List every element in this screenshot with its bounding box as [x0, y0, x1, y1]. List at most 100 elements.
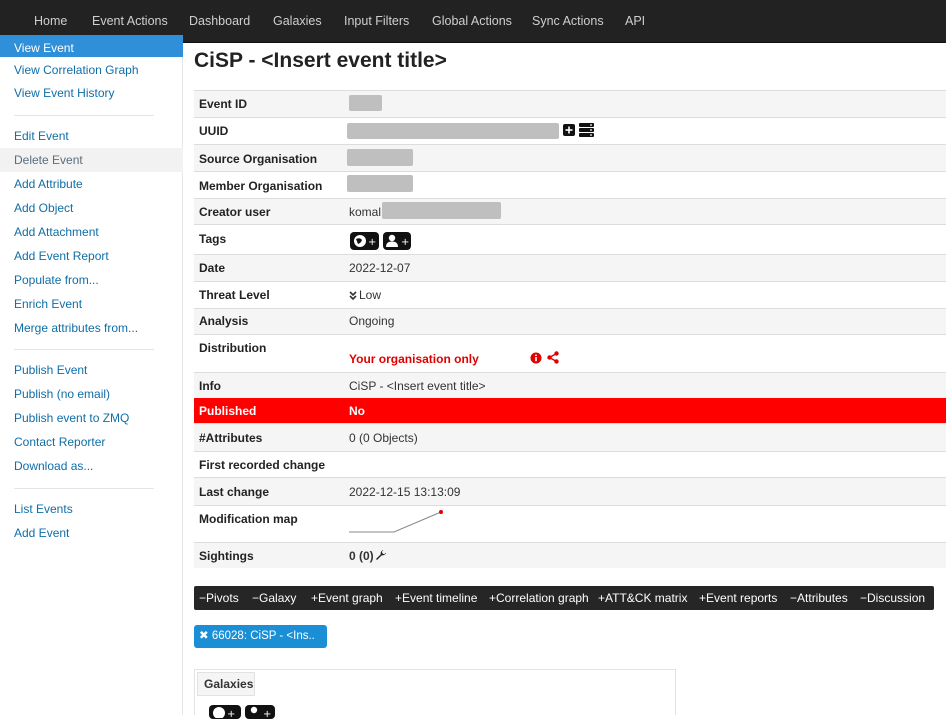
nav-sync-actions[interactable]: Sync Actions	[532, 0, 604, 43]
row-event-id: Event ID	[194, 90, 946, 117]
threat-level-value: Low	[359, 288, 382, 302]
threat-level-label: Threat Level	[199, 288, 270, 302]
sidebar-item-view-event[interactable]: View Event	[0, 35, 183, 57]
expand-icon: +	[699, 591, 707, 605]
distribution-value: Your organisation only	[349, 352, 479, 366]
tab-label: Attributes	[797, 591, 848, 605]
user-plus-icon: +	[248, 706, 272, 721]
sidebar-item-publish-no-email[interactable]: Publish (no email)	[0, 382, 183, 406]
sidebar-item-add-event-report[interactable]: Add Event Report	[0, 244, 183, 268]
sidebar: View Event View Correlation Graph View E…	[0, 35, 183, 715]
tab-attributes[interactable]: −Attributes	[790, 586, 848, 610]
date-value: 2022-12-07	[349, 261, 411, 275]
event-chip[interactable]: ✖ 66028: CiSP - <Ins..	[194, 625, 327, 648]
sidebar-item-list-events[interactable]: List Events	[0, 497, 183, 521]
sidebar-item-add-event[interactable]: Add Event	[0, 521, 183, 545]
distribution-label: Distribution	[199, 341, 267, 355]
nav-global-actions[interactable]: Global Actions	[432, 0, 512, 43]
page-title: CiSP - <Insert event title>	[194, 49, 447, 72]
sidebar-item-publish-zmq[interactable]: Publish event to ZMQ	[0, 406, 183, 430]
row-info: Info CiSP - <Insert event title>	[194, 372, 946, 398]
add-local-tag-button[interactable]: +	[383, 232, 411, 250]
published-value: No	[349, 404, 365, 418]
sidebar-item-delete-event[interactable]: Delete Event	[0, 148, 183, 172]
first-change-label: First recorded change	[199, 458, 326, 472]
sidebar-divider	[14, 115, 154, 116]
sidebar-item-merge-attributes[interactable]: Merge attributes from...	[0, 316, 183, 340]
svg-text:+: +	[227, 709, 235, 718]
share-icon[interactable]	[547, 351, 559, 367]
nav-api[interactable]: API	[625, 0, 645, 43]
sidebar-item-publish-event[interactable]: Publish Event	[0, 358, 183, 382]
globe-plus-icon: +	[212, 706, 236, 721]
tab-attack-matrix[interactable]: +ATT&CK matrix	[598, 586, 687, 610]
row-modification-map: Modification map	[194, 505, 946, 542]
sidebar-item-add-attribute[interactable]: Add Attribute	[0, 172, 183, 196]
last-change-label: Last change	[199, 485, 270, 499]
sidebar-item-download-as[interactable]: Download as...	[0, 454, 183, 478]
galaxies-panel: Galaxies + +	[194, 669, 676, 720]
sidebar-item-add-object[interactable]: Add Object	[0, 196, 183, 220]
expand-icon: +	[395, 591, 403, 605]
row-sightings: Sightings 0 (0)	[194, 542, 946, 568]
sidebar-item-view-event-history[interactable]: View Event History	[0, 81, 183, 105]
event-id-label: Event ID	[199, 97, 248, 111]
sidebar-item-edit-event[interactable]: Edit Event	[0, 124, 183, 148]
wrench-icon[interactable]	[375, 549, 387, 564]
sidebar-item-view-correlation-graph[interactable]: View Correlation Graph	[0, 58, 183, 82]
row-source-org: Source Organisation	[194, 144, 946, 171]
add-tag-button[interactable]: +	[350, 232, 379, 250]
source-org-redacted	[347, 149, 413, 166]
expand-icon: +	[598, 591, 606, 605]
last-change-value: 2022-12-15 13:13:09	[349, 485, 461, 499]
galaxy-add-button[interactable]: +	[209, 705, 241, 721]
tab-label: Galaxy	[259, 591, 297, 605]
plus-square-icon[interactable]	[563, 124, 575, 136]
close-icon[interactable]: ✖	[199, 630, 209, 642]
tab-pivots[interactable]: −Pivots	[199, 586, 239, 610]
nav-dashboard[interactable]: Dashboard	[189, 0, 250, 43]
sidebar-item-contact-reporter[interactable]: Contact Reporter	[0, 430, 183, 454]
galaxies-label: Galaxies	[197, 672, 255, 696]
sidebar-divider	[14, 488, 154, 489]
row-first-change: First recorded change	[194, 451, 946, 477]
collapse-icon: −	[860, 591, 868, 605]
tab-event-timeline[interactable]: +Event timeline	[395, 586, 477, 610]
sidebar-item-populate-from[interactable]: Populate from...	[0, 268, 183, 292]
collapse-icon: −	[790, 591, 798, 605]
row-last-change: Last change 2022-12-15 13:13:09	[194, 477, 946, 505]
row-creator: Creator user komal	[194, 198, 946, 224]
sidebar-item-add-attachment[interactable]: Add Attachment	[0, 220, 183, 244]
tab-label: Event graph	[318, 591, 383, 605]
event-id-redacted	[349, 95, 382, 111]
creator-label: Creator user	[199, 205, 271, 219]
tab-label: Event timeline	[402, 591, 478, 605]
modification-map-sparkline	[349, 508, 445, 537]
tab-event-reports[interactable]: +Event reports	[699, 586, 777, 610]
creator-email-redacted	[382, 202, 501, 219]
event-chip-label: 66028: CiSP - <Ins..	[211, 630, 315, 642]
row-uuid: UUID	[194, 117, 946, 144]
tab-event-graph[interactable]: +Event graph	[311, 586, 383, 610]
svg-text:+: +	[368, 237, 376, 248]
tags-label: Tags	[199, 232, 227, 246]
tab-correlation-graph[interactable]: +Correlation graph	[489, 586, 589, 610]
info-circle-icon[interactable]	[530, 352, 542, 367]
nav-galaxies[interactable]: Galaxies	[273, 0, 322, 43]
tab-label: Correlation graph	[496, 591, 589, 605]
svg-text:+: +	[401, 237, 409, 248]
nav-input-filters[interactable]: Input Filters	[344, 0, 409, 43]
sidebar-divider	[14, 349, 154, 350]
tab-discussion[interactable]: −Discussion	[860, 586, 925, 610]
row-distribution: Distribution Your organisation only	[194, 334, 946, 372]
galaxy-add-local-button[interactable]: +	[245, 705, 275, 721]
sidebar-item-enrich-event[interactable]: Enrich Event	[0, 292, 183, 316]
uuid-redacted	[347, 123, 559, 139]
analysis-value: Ongoing	[349, 314, 395, 328]
double-chevron-down-icon	[349, 290, 357, 304]
uuid-label: UUID	[199, 124, 229, 138]
tab-galaxy[interactable]: −Galaxy	[252, 586, 296, 610]
expand-icon: +	[489, 591, 497, 605]
row-analysis: Analysis Ongoing	[194, 308, 946, 334]
server-icon[interactable]	[579, 123, 594, 137]
